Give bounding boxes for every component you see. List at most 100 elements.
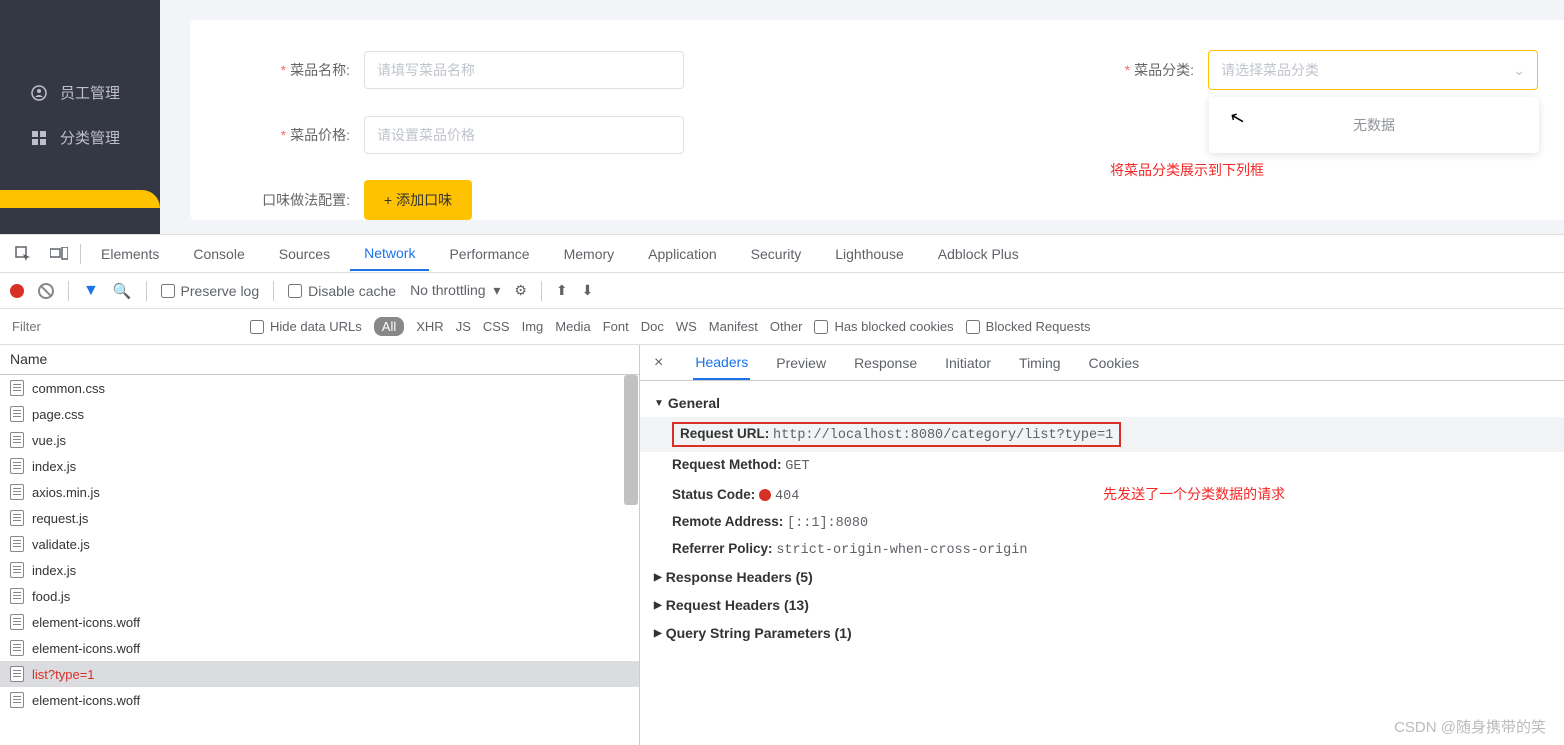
kv-request-url: Request URL: http://localhost:8080/categ…	[640, 417, 1564, 452]
netlist-header[interactable]: Name	[0, 345, 639, 375]
inspect-icon[interactable]	[8, 246, 38, 262]
kv-method: Request Method: GET	[640, 452, 1564, 479]
filter-other[interactable]: Other	[770, 319, 803, 334]
filter-js[interactable]: JS	[456, 319, 471, 334]
section-response-headers[interactable]: ▶Response Headers (5)	[654, 569, 1550, 585]
file-name: index.js	[32, 459, 76, 474]
file-icon	[10, 484, 24, 500]
form-panel: *菜品名称: *菜品分类: 请选择菜品分类 ⌄ 无数据 *菜品价格: 口味做法配…	[190, 20, 1564, 220]
filter-icon[interactable]: ▼	[83, 282, 99, 300]
file-icon	[10, 510, 24, 526]
dtab-initiator[interactable]: Initiator	[943, 347, 993, 379]
separator	[273, 281, 274, 301]
sidebar: 员工管理 分类管理	[0, 0, 160, 234]
tab-application[interactable]: Application	[634, 238, 731, 270]
hide-data-urls-checkbox[interactable]: Hide data URLs	[250, 319, 362, 334]
close-detail-icon[interactable]: ×	[648, 354, 669, 372]
tab-console[interactable]: Console	[179, 238, 258, 270]
filter-font[interactable]: Font	[603, 319, 629, 334]
devtools-tabs: Elements Console Sources Network Perform…	[0, 235, 1564, 273]
status-dot-icon	[759, 489, 771, 501]
file-icon	[10, 432, 24, 448]
network-row[interactable]: request.js	[0, 505, 639, 531]
network-row[interactable]: element-icons.woff	[0, 609, 639, 635]
record-icon[interactable]	[10, 284, 24, 298]
throttling-select[interactable]: No throttling ▾	[410, 282, 500, 299]
dish-category-select[interactable]: 请选择菜品分类 ⌄ 无数据	[1208, 50, 1538, 90]
preserve-log-checkbox[interactable]: Preserve log	[161, 283, 260, 299]
network-row[interactable]: element-icons.woff	[0, 687, 639, 713]
filter-img[interactable]: Img	[522, 319, 544, 334]
dtab-cookies[interactable]: Cookies	[1087, 347, 1142, 379]
kv-status: Status Code: 404 先发送了一个分类数据的请求	[640, 479, 1564, 509]
category-dropdown: 无数据	[1209, 97, 1539, 153]
wifi-icon[interactable]: ⚙	[514, 282, 527, 299]
clear-icon[interactable]	[38, 283, 54, 299]
network-row[interactable]: list?type=1	[0, 661, 639, 687]
network-row[interactable]: validate.js	[0, 531, 639, 557]
scrollbar-thumb[interactable]	[624, 375, 638, 505]
disable-cache-checkbox[interactable]: Disable cache	[288, 283, 396, 299]
sidebar-item-category[interactable]: 分类管理	[0, 115, 160, 160]
file-icon	[10, 562, 24, 578]
separator	[541, 281, 542, 301]
network-row[interactable]: food.js	[0, 583, 639, 609]
filter-xhr[interactable]: XHR	[416, 319, 443, 334]
tab-adblock[interactable]: Adblock Plus	[924, 238, 1033, 270]
filter-css[interactable]: CSS	[483, 319, 510, 334]
dish-name-input[interactable]	[364, 51, 684, 89]
sidebar-item-staff[interactable]: 员工管理	[0, 70, 160, 115]
chevron-down-icon: ⌄	[1513, 62, 1525, 79]
filter-ws[interactable]: WS	[676, 319, 697, 334]
network-row[interactable]: element-icons.woff	[0, 635, 639, 661]
dtab-preview[interactable]: Preview	[774, 347, 828, 379]
network-row[interactable]: common.css	[0, 375, 639, 401]
network-row[interactable]: index.js	[0, 453, 639, 479]
upload-icon[interactable]: ⬆	[556, 282, 568, 299]
file-icon	[10, 588, 24, 604]
kv-referrer: Referrer Policy: strict-origin-when-cros…	[640, 536, 1564, 563]
devtools: Elements Console Sources Network Perform…	[0, 234, 1564, 743]
add-flavor-button[interactable]: + 添加口味	[364, 180, 472, 220]
dtab-timing[interactable]: Timing	[1017, 347, 1063, 379]
file-name: request.js	[32, 511, 88, 526]
network-row[interactable]: vue.js	[0, 427, 639, 453]
dtab-headers[interactable]: Headers	[693, 346, 750, 380]
file-icon	[10, 692, 24, 708]
filter-manifest[interactable]: Manifest	[709, 319, 758, 334]
download-icon[interactable]: ⬇	[582, 282, 594, 299]
filter-doc[interactable]: Doc	[641, 319, 664, 334]
dish-name-label: *菜品名称:	[240, 60, 350, 80]
blocked-requests-checkbox[interactable]: Blocked Requests	[966, 319, 1091, 334]
tab-memory[interactable]: Memory	[550, 238, 629, 270]
main-content: *菜品名称: *菜品分类: 请选择菜品分类 ⌄ 无数据 *菜品价格: 口味做法配…	[160, 0, 1564, 234]
file-icon	[10, 666, 24, 682]
tab-security[interactable]: Security	[737, 238, 816, 270]
dtab-response[interactable]: Response	[852, 347, 919, 379]
request-detail: × Headers Preview Response Initiator Tim…	[640, 345, 1564, 745]
dish-price-input[interactable]	[364, 116, 684, 154]
file-name: element-icons.woff	[32, 615, 140, 630]
tab-lighthouse[interactable]: Lighthouse	[821, 238, 918, 270]
filter-all[interactable]: All	[374, 317, 404, 336]
search-icon[interactable]: 🔍	[113, 282, 132, 300]
network-row[interactable]: page.css	[0, 401, 639, 427]
file-icon	[10, 458, 24, 474]
tab-elements[interactable]: Elements	[87, 238, 173, 270]
filter-media[interactable]: Media	[555, 319, 590, 334]
section-request-headers[interactable]: ▶Request Headers (13)	[654, 597, 1550, 613]
section-query-params[interactable]: ▶Query String Parameters (1)	[654, 625, 1550, 641]
section-general[interactable]: ▼General	[654, 395, 1550, 411]
network-row[interactable]: axios.min.js	[0, 479, 639, 505]
file-name: validate.js	[32, 537, 90, 552]
network-row[interactable]: index.js	[0, 557, 639, 583]
tab-network[interactable]: Network	[350, 237, 429, 271]
file-icon	[10, 536, 24, 552]
has-blocked-checkbox[interactable]: Has blocked cookies	[814, 319, 953, 334]
tab-sources[interactable]: Sources	[265, 238, 344, 270]
device-icon[interactable]	[44, 247, 74, 261]
detail-tabs: × Headers Preview Response Initiator Tim…	[640, 345, 1564, 381]
tab-performance[interactable]: Performance	[435, 238, 543, 270]
filter-input[interactable]	[8, 313, 238, 340]
file-name: axios.min.js	[32, 485, 100, 500]
